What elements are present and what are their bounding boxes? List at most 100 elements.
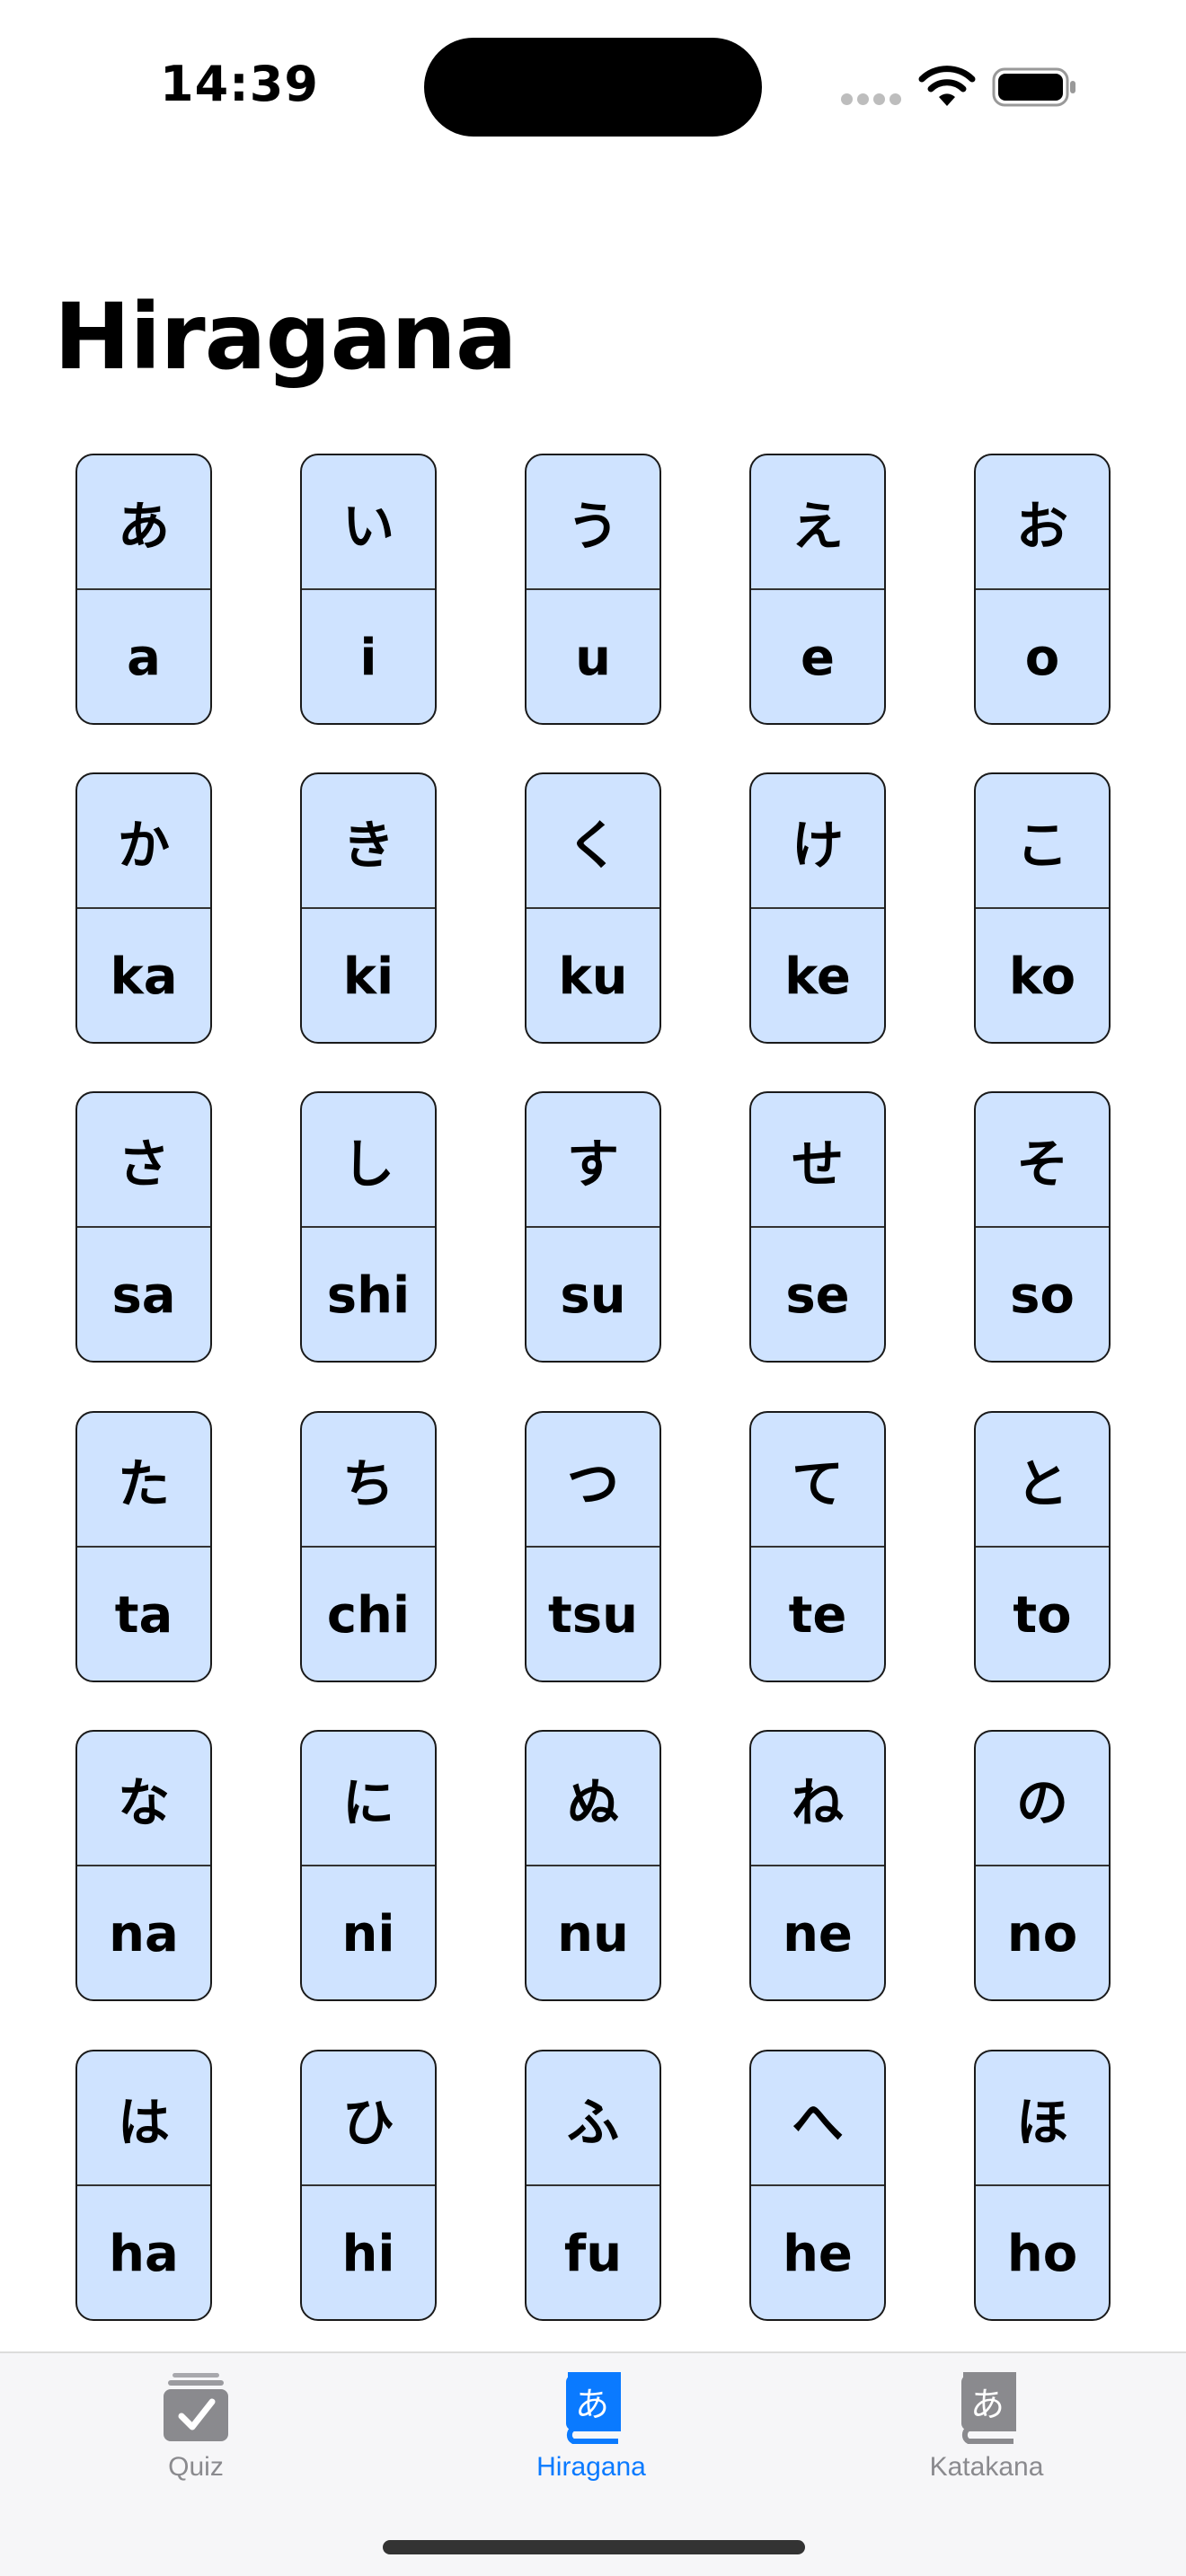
kana-card-ko[interactable]: こ ko: [974, 772, 1111, 1044]
kana-character: え: [751, 455, 884, 590]
tab-hiragana[interactable]: あ Hiragana: [456, 2371, 726, 2506]
kana-romaji: to: [1013, 1585, 1072, 1645]
kana-card-ha[interactable]: は ha: [75, 2050, 212, 2321]
kana-character: あ: [77, 455, 210, 590]
kana-character: き: [302, 774, 435, 909]
kana-card-a[interactable]: あa: [75, 454, 212, 725]
tab-katakana[interactable]: あ Katakana: [852, 2371, 1121, 2506]
kana-card-fu[interactable]: ふ fu: [525, 2050, 661, 2321]
kana-character: ほ: [976, 2051, 1109, 2186]
kana-character: と: [976, 1413, 1109, 1548]
kana-character: つ: [527, 1413, 659, 1548]
kana-card-ka[interactable]: か ka: [75, 772, 212, 1044]
kana-romaji: sa: [111, 1266, 176, 1325]
kana-card-ku[interactable]: く ku: [525, 772, 661, 1044]
kana-romaji: o: [1024, 628, 1060, 687]
kana-card-tsu[interactable]: つ tsu: [525, 1411, 661, 1682]
kana-romaji: ke: [784, 947, 851, 1006]
kana-card-u[interactable]: うu: [525, 454, 661, 725]
kana-card-ni[interactable]: に ni: [300, 1730, 437, 2001]
kana-romaji: na: [109, 1904, 179, 1963]
kana-card-ta[interactable]: た ta: [75, 1411, 212, 1682]
katakana-book-icon: あ: [961, 2372, 1016, 2444]
kana-card-so[interactable]: そ so: [974, 1091, 1111, 1363]
kana-card-ne[interactable]: ね ne: [749, 1730, 886, 2001]
kana-character: さ: [77, 1093, 210, 1228]
kana-character: う: [527, 455, 659, 590]
home-indicator[interactable]: [383, 2540, 805, 2554]
kana-romaji: i: [359, 628, 377, 687]
kana-romaji: no: [1006, 1904, 1078, 1963]
kana-card-i[interactable]: いi: [300, 454, 437, 725]
kana-card-te[interactable]: て te: [749, 1411, 886, 1682]
kana-character: へ: [751, 2051, 884, 2186]
kana-character: い: [302, 455, 435, 590]
kana-card-sa[interactable]: さ sa: [75, 1091, 212, 1363]
kana-character: ひ: [302, 2051, 435, 2186]
kana-card-he[interactable]: へ he: [749, 2050, 886, 2321]
kana-romaji: ko: [1008, 947, 1076, 1006]
svg-text:あ: あ: [970, 2385, 1005, 2424]
kana-card-e[interactable]: えe: [749, 454, 886, 725]
kana-romaji: fu: [563, 2224, 623, 2283]
kana-character: て: [751, 1413, 884, 1548]
kana-character: け: [751, 774, 884, 909]
kana-character: に: [302, 1732, 435, 1866]
kana-card-o[interactable]: おo: [974, 454, 1111, 725]
kana-character: そ: [976, 1093, 1109, 1228]
kana-card-to[interactable]: と to: [974, 1411, 1111, 1682]
kana-card-na[interactable]: な na: [75, 1730, 212, 2001]
kana-romaji: ni: [341, 1904, 395, 1963]
hiragana-book-icon: あ: [566, 2372, 621, 2444]
kana-romaji: ka: [110, 947, 178, 1006]
checkmark-stack-icon: [164, 2373, 228, 2441]
kana-romaji: he: [783, 2224, 853, 2283]
tab-label: Hiragana: [536, 2452, 646, 2482]
kana-card-ke[interactable]: け ke: [749, 772, 886, 1044]
kana-character: ね: [751, 1732, 884, 1866]
kana-character: お: [976, 455, 1109, 590]
kana-character: は: [77, 2051, 210, 2186]
tab-label: Katakana: [929, 2452, 1044, 2482]
kana-character: し: [302, 1093, 435, 1228]
kana-character: か: [77, 774, 210, 909]
svg-text:あ: あ: [575, 2385, 609, 2424]
kana-character: こ: [976, 774, 1109, 909]
kana-card-nu[interactable]: ぬ nu: [525, 1730, 661, 2001]
kana-card-hi[interactable]: ひ hi: [300, 2050, 437, 2321]
kana-romaji: se: [785, 1266, 850, 1325]
kana-card-ho[interactable]: ほ ho: [974, 2050, 1111, 2321]
kana-card-chi[interactable]: ち chi: [300, 1411, 437, 1682]
kana-card-su[interactable]: す su: [525, 1091, 661, 1363]
kana-character: な: [77, 1732, 210, 1866]
kana-romaji: tsu: [548, 1585, 638, 1645]
kana-character: ふ: [527, 2051, 659, 2186]
kana-romaji: ta: [114, 1585, 173, 1645]
kana-character: せ: [751, 1093, 884, 1228]
kana-romaji: nu: [557, 1904, 629, 1963]
kana-romaji: te: [788, 1585, 847, 1645]
tab-quiz[interactable]: Quiz: [61, 2371, 331, 2506]
kana-romaji: chi: [326, 1585, 411, 1645]
kana-romaji: shi: [326, 1266, 411, 1325]
kana-romaji: ne: [783, 1904, 853, 1963]
kana-romaji: ha: [109, 2224, 179, 2283]
kana-romaji: hi: [341, 2224, 395, 2283]
kana-romaji: u: [575, 628, 611, 687]
kana-card-shi[interactable]: し shi: [300, 1091, 437, 1363]
kana-romaji: su: [560, 1266, 626, 1325]
kana-romaji: ho: [1006, 2224, 1078, 2283]
kana-card-no[interactable]: の no: [974, 1730, 1111, 2001]
kana-character: ち: [302, 1413, 435, 1548]
kana-romaji: e: [801, 628, 835, 687]
kana-character: ぬ: [527, 1732, 659, 1866]
kana-romaji: so: [1010, 1266, 1075, 1325]
kana-card-se[interactable]: せ se: [749, 1091, 886, 1363]
app-screen: 14:39 Hiragana あ a い i う u え e お o か ka き ki く ku け ke こ ko…: [0, 0, 1186, 2576]
kana-character: の: [976, 1732, 1109, 1866]
kana-grid: あ a い i う u え e お o か ka き ki く ku け ke こ ko さ sa し shi す su せ se そ s…: [0, 0, 1186, 2353]
kana-card-ki[interactable]: き ki: [300, 772, 437, 1044]
kana-romaji: ku: [558, 947, 628, 1006]
tab-label: Quiz: [168, 2452, 224, 2482]
kana-character: す: [527, 1093, 659, 1228]
